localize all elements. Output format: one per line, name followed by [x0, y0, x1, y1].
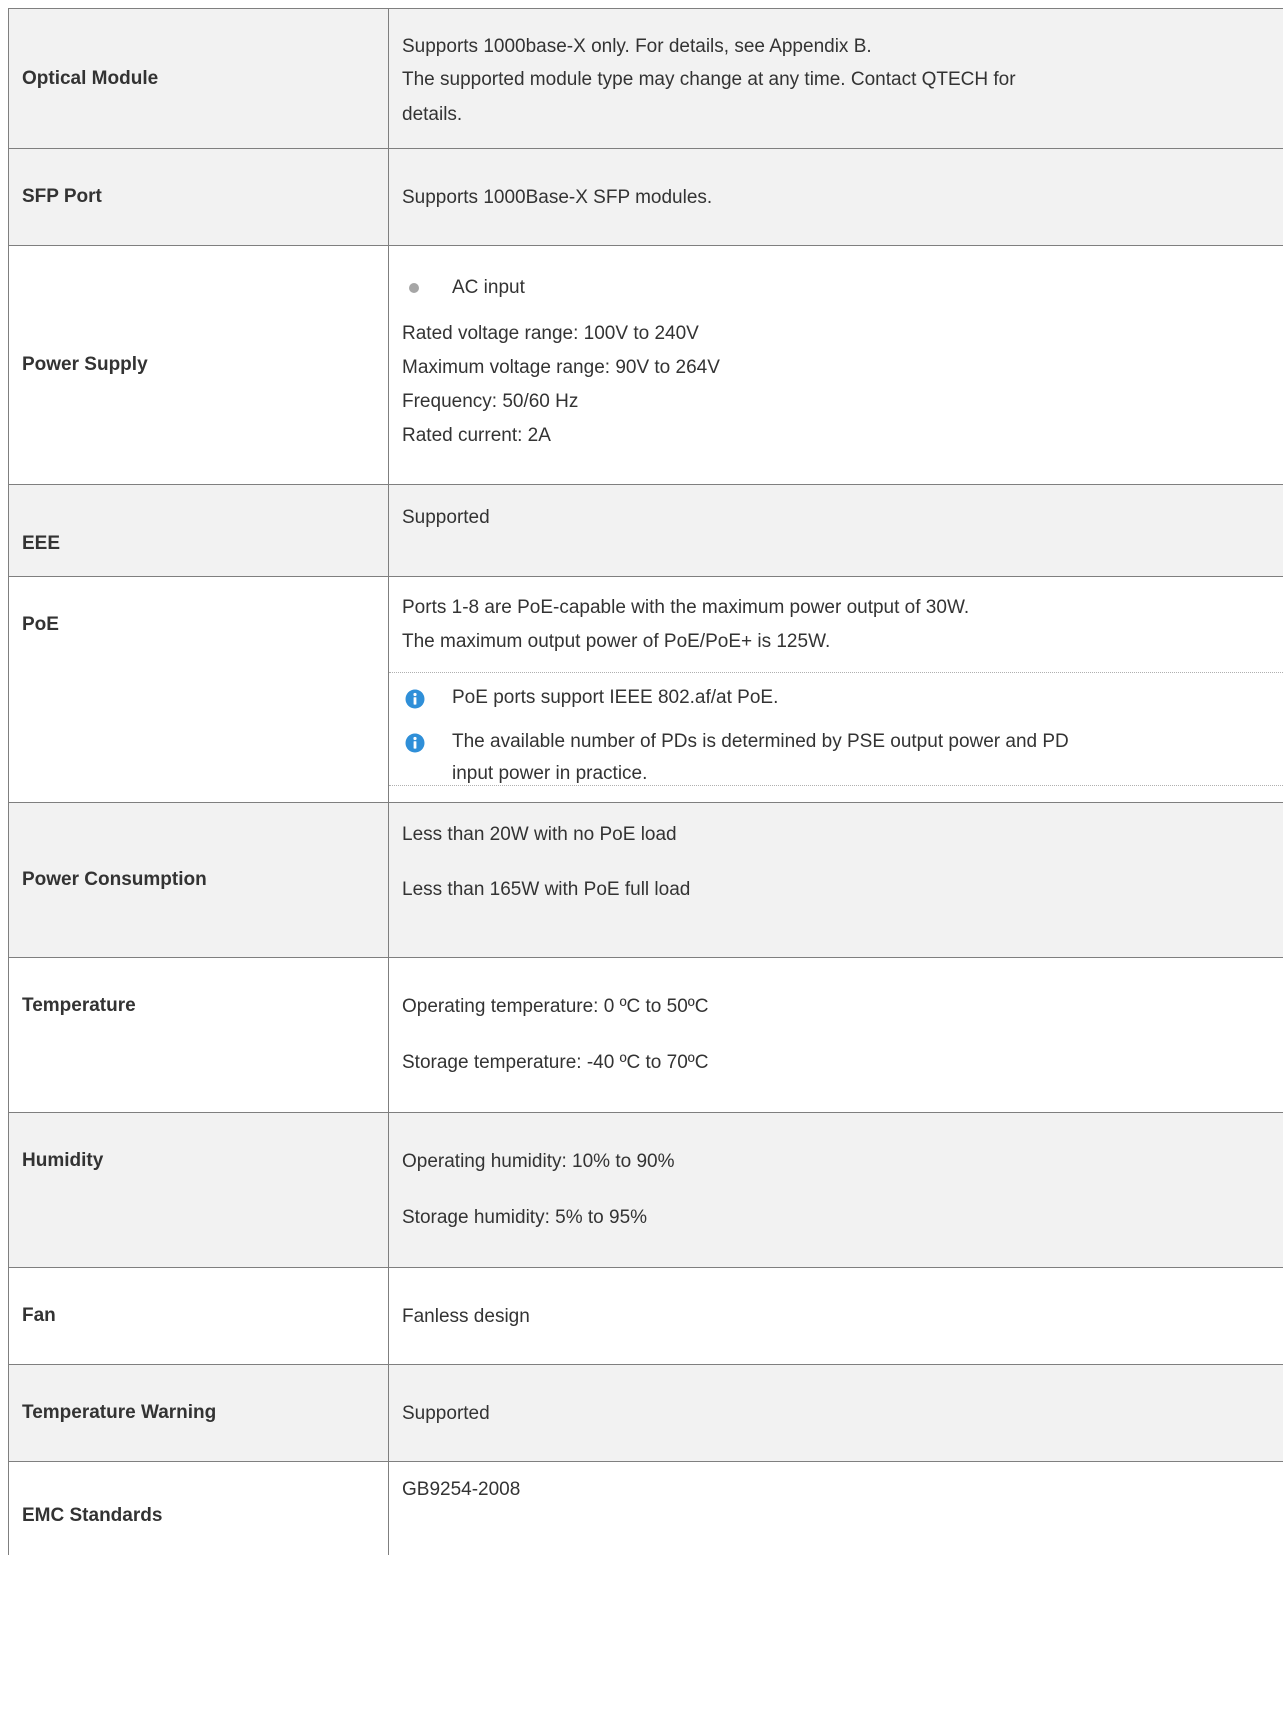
row-value: Less than 20W with no PoE load Less than… [389, 803, 1283, 957]
note-line: PoE ports support IEEE 802.af/at PoE. [452, 687, 779, 708]
row-value: Ports 1-8 are PoE-capable with the maxim… [389, 577, 1283, 802]
note-box: PoE ports support IEEE 802.af/at PoE. Th… [389, 672, 1283, 786]
row-label: SFP Port [9, 149, 389, 245]
value-line: Storage temperature: -40 ºC to 70ºC [402, 1052, 709, 1073]
table-row: EMC Standards GB9254-2008 [8, 1462, 1283, 1555]
value-line: Operating temperature: 0 ºC to 50ºC [402, 996, 709, 1017]
row-value: Supports 1000base-X only. For details, s… [389, 9, 1283, 148]
bullet-text: AC input [452, 277, 525, 298]
row-label: Humidity [9, 1113, 389, 1267]
note-line: input power in practice. [452, 763, 648, 784]
table-row: Fan Fanless design [8, 1268, 1283, 1365]
value-line: Supports 1000base-X only. For details, s… [402, 36, 872, 57]
info-icon [405, 689, 425, 709]
row-label: PoE [9, 577, 389, 802]
value-line: GB9254-2008 [402, 1479, 521, 1500]
value-line: The supported module type may change at … [402, 69, 1016, 90]
row-label: Fan [9, 1268, 389, 1364]
table-row: Temperature Warning Supported [8, 1365, 1283, 1462]
bullet-dot-icon [409, 283, 419, 293]
value-line: Supported [402, 507, 490, 528]
row-value: GB9254-2008 [389, 1462, 1283, 1555]
row-value: Supported [389, 485, 1283, 576]
value-line: Rated current: 2A [402, 425, 551, 446]
table-row: Optical Module Supports 1000base-X only.… [8, 9, 1283, 149]
value-line: details. [402, 104, 463, 125]
value-line: Ports 1-8 are PoE-capable with the maxim… [402, 597, 970, 618]
info-icon [405, 733, 425, 753]
value-line: Supported [402, 1403, 490, 1424]
value-line: Operating humidity: 10% to 90% [402, 1151, 675, 1172]
row-label: Power Consumption [9, 803, 389, 957]
value-line: Less than 165W with PoE full load [402, 879, 691, 900]
note-line: The available number of PDs is determine… [452, 731, 1069, 752]
value-line: Supports 1000Base-X SFP modules. [402, 187, 713, 208]
table-row: Humidity Operating humidity: 10% to 90% … [8, 1113, 1283, 1268]
row-label: EEE [9, 485, 389, 576]
row-value: Supported [389, 1365, 1283, 1461]
row-value: Operating humidity: 10% to 90% Storage h… [389, 1113, 1283, 1267]
table-row: SFP Port Supports 1000Base-X SFP modules… [8, 149, 1283, 246]
table-row: EEE Supported [8, 485, 1283, 577]
row-label: Temperature [9, 958, 389, 1112]
value-line: Less than 20W with no PoE load [402, 824, 677, 845]
value-line: The maximum output power of PoE/PoE+ is … [402, 631, 831, 652]
row-label: Temperature Warning [9, 1365, 389, 1461]
value-line: Rated voltage range: 100V to 240V [402, 323, 699, 344]
row-value: AC input Rated voltage range: 100V to 24… [389, 246, 1283, 484]
table-row: Power Supply AC input Rated voltage rang… [8, 246, 1283, 485]
table-row: PoE Ports 1-8 are PoE-capable with the m… [8, 577, 1283, 803]
value-line: Fanless design [402, 1306, 530, 1327]
table-row: Power Consumption Less than 20W with no … [8, 803, 1283, 958]
row-label: Power Supply [9, 246, 389, 484]
row-value: Supports 1000Base-X SFP modules. [389, 149, 1283, 245]
table-row: Temperature Operating temperature: 0 ºC … [8, 958, 1283, 1113]
value-line: Frequency: 50/60 Hz [402, 391, 579, 412]
row-label: EMC Standards [9, 1462, 389, 1555]
row-label: Optical Module [9, 9, 389, 148]
row-value: Fanless design [389, 1268, 1283, 1364]
value-line: Maximum voltage range: 90V to 264V [402, 357, 720, 378]
spec-table: Optical Module Supports 1000base-X only.… [8, 8, 1283, 1555]
value-line: Storage humidity: 5% to 95% [402, 1207, 648, 1228]
row-value: Operating temperature: 0 ºC to 50ºC Stor… [389, 958, 1283, 1112]
